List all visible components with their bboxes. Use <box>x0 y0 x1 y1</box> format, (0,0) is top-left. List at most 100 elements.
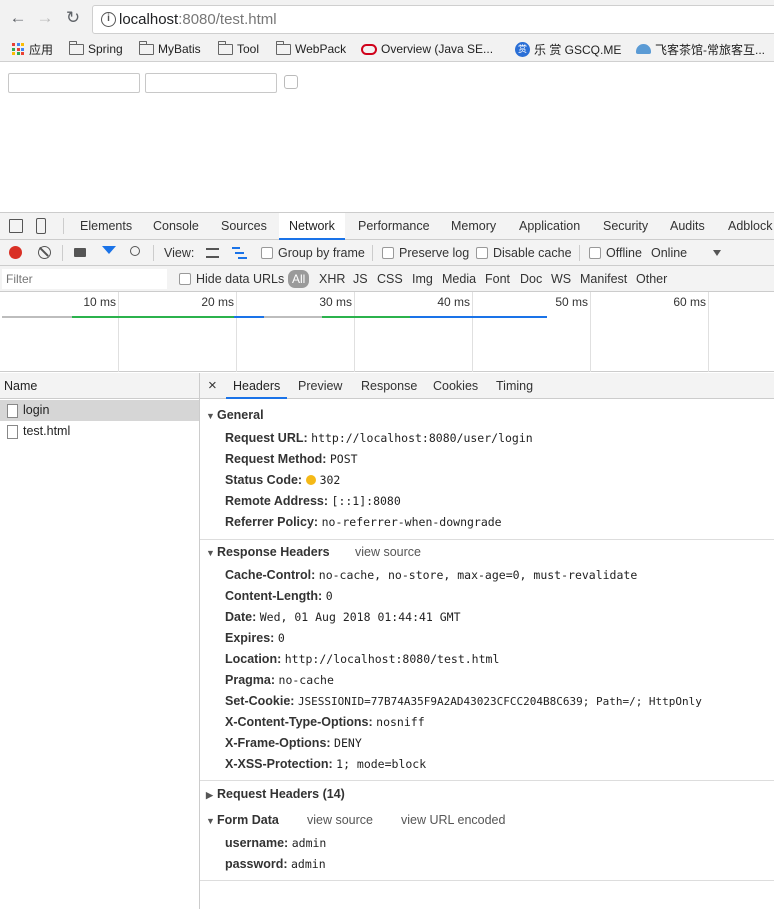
filter-icon[interactable] <box>102 246 116 254</box>
tab-security[interactable]: Security <box>593 213 658 240</box>
checkbox[interactable] <box>589 247 601 259</box>
tab-headers[interactable]: Headers <box>226 373 288 399</box>
tab-application[interactable]: Application <box>509 213 590 240</box>
filter-type-all[interactable]: All <box>288 270 310 288</box>
bookmark-webpack[interactable]: WebPack <box>276 40 346 58</box>
divider <box>200 780 774 781</box>
apps-grid-icon <box>12 43 24 55</box>
tab-performance[interactable]: Performance <box>348 213 440 240</box>
form-view-source-link[interactable]: view source <box>307 813 373 827</box>
filter-type-css[interactable]: CSS <box>377 266 403 292</box>
request-row-login[interactable]: login <box>0 400 199 421</box>
offline-toggle[interactable]: Offline <box>589 240 642 266</box>
tab-network[interactable]: Network <box>279 213 345 240</box>
network-overview[interactable]: 10 ms 20 ms 30 ms 40 ms 50 ms 60 ms <box>0 292 774 372</box>
device-toolbar-icon[interactable] <box>36 218 46 234</box>
address-bar[interactable]: i localhost:8080/test.html <box>92 5 774 34</box>
grid-line <box>590 292 591 372</box>
bookmark-feike[interactable]: 飞客茶馆-常旅客互... <box>636 40 765 58</box>
filter-type-font[interactable]: Font <box>485 266 510 292</box>
info-icon[interactable]: i <box>101 12 116 27</box>
disable-cache-toggle[interactable]: Disable cache <box>476 240 572 266</box>
header-key: Set-Cookie: <box>225 694 295 708</box>
bookmark-gscq[interactable]: 赏乐 赏 GSCQ.ME <box>515 40 621 58</box>
header-key: Request URL: <box>225 431 308 445</box>
filter-type-manifest[interactable]: Manifest <box>580 266 627 292</box>
search-icon[interactable] <box>130 246 140 256</box>
filter-type-ws[interactable]: WS <box>551 266 571 292</box>
close-icon[interactable]: × <box>208 373 217 399</box>
record-icon[interactable] <box>9 246 22 259</box>
checkbox[interactable] <box>476 247 488 259</box>
divider <box>153 245 154 261</box>
checkbox[interactable] <box>382 247 394 259</box>
filter-type-js[interactable]: JS <box>353 266 368 292</box>
header-value: 0 <box>277 631 285 645</box>
capture-screenshots-icon[interactable] <box>74 248 86 257</box>
filter-type-xhr[interactable]: XHR <box>319 266 345 292</box>
bookmark-java-overview[interactable]: Overview (Java SE... <box>361 40 493 58</box>
tab-preview[interactable]: Preview <box>291 373 349 399</box>
header-status-code: Status Code: 302 <box>225 470 340 491</box>
bookmark-label: 乐 赏 GSCQ.ME <box>534 42 622 57</box>
header-value: no-cache, no-store, max-age=0, must-reva… <box>318 568 638 582</box>
large-rows-icon[interactable] <box>206 248 219 258</box>
checkbox[interactable] <box>261 247 273 259</box>
response-header-row: Location: http://localhost:8080/test.htm… <box>225 649 499 670</box>
filter-bar: Hide data URLs All XHR JS CSS Img Media … <box>0 266 774 292</box>
header-value: POST <box>329 452 358 466</box>
forward-arrow-icon[interactable]: → <box>35 8 55 28</box>
form-key: password: <box>225 857 288 871</box>
password-input[interactable] <box>145 73 277 93</box>
url-path: :8080/test.html <box>178 11 277 28</box>
header-key: Remote Address: <box>225 494 329 508</box>
folder-icon <box>218 40 233 55</box>
bookmark-tool[interactable]: Tool <box>218 40 259 58</box>
tab-response[interactable]: Response <box>354 373 424 399</box>
filter-input[interactable] <box>2 269 167 289</box>
checkbox[interactable] <box>179 273 191 285</box>
tab-memory[interactable]: Memory <box>441 213 506 240</box>
view-label: View: <box>164 246 195 260</box>
response-headers-section-toggle[interactable]: ▼ Response Headers <box>206 545 330 559</box>
chevron-down-icon[interactable] <box>713 250 721 256</box>
devtools-tabbar: Elements Console Sources Network Perform… <box>0 212 774 240</box>
tab-console[interactable]: Console <box>143 213 209 240</box>
request-headers-section-toggle[interactable]: ▶ Request Headers (14) <box>206 787 345 801</box>
form-data-section-toggle[interactable]: ▼ Form Data <box>206 813 279 827</box>
bookmark-spring[interactable]: Spring <box>69 40 123 58</box>
throttling-select[interactable]: Online <box>651 240 687 266</box>
tab-audits[interactable]: Audits <box>660 213 715 240</box>
back-arrow-icon[interactable]: ← <box>8 8 28 28</box>
bookmark-apps[interactable]: 应用 <box>12 40 53 58</box>
reload-icon[interactable]: ↻ <box>63 8 83 28</box>
hide-data-urls-toggle[interactable]: Hide data URLs <box>179 266 284 292</box>
filter-type-other[interactable]: Other <box>636 266 667 292</box>
tab-timing[interactable]: Timing <box>489 373 540 399</box>
filter-type-doc[interactable]: Doc <box>520 266 542 292</box>
clear-icon[interactable] <box>38 246 51 259</box>
group-by-frame-toggle[interactable]: Group by frame <box>261 240 365 266</box>
tab-cookies[interactable]: Cookies <box>426 373 485 399</box>
page-checkbox[interactable] <box>284 75 298 89</box>
filter-type-img[interactable]: Img <box>412 266 433 292</box>
divider <box>200 880 774 881</box>
response-header-row: X-Frame-Options: DENY <box>225 733 362 754</box>
header-key: Date: <box>225 610 257 624</box>
response-view-source-link[interactable]: view source <box>355 545 421 559</box>
name-column-header[interactable]: Name <box>0 373 199 399</box>
tab-elements[interactable]: Elements <box>70 213 142 240</box>
form-view-url-encoded-link[interactable]: view URL encoded <box>401 813 505 827</box>
bookmark-mybatis[interactable]: MyBatis <box>139 40 201 58</box>
waterfall-icon[interactable] <box>232 247 247 259</box>
tab-adblock[interactable]: Adblock <box>718 213 774 240</box>
tick-label: 10 ms <box>83 295 116 309</box>
general-section-toggle[interactable]: ▼ General <box>206 408 264 422</box>
username-input[interactable] <box>8 73 140 93</box>
inspect-element-icon[interactable] <box>9 219 23 233</box>
preserve-log-toggle[interactable]: Preserve log <box>382 240 469 266</box>
filter-type-media[interactable]: Media <box>442 266 476 292</box>
request-row-test-html[interactable]: test.html <box>0 421 199 442</box>
response-header-row: Content-Length: 0 <box>225 586 333 607</box>
tab-sources[interactable]: Sources <box>211 213 277 240</box>
